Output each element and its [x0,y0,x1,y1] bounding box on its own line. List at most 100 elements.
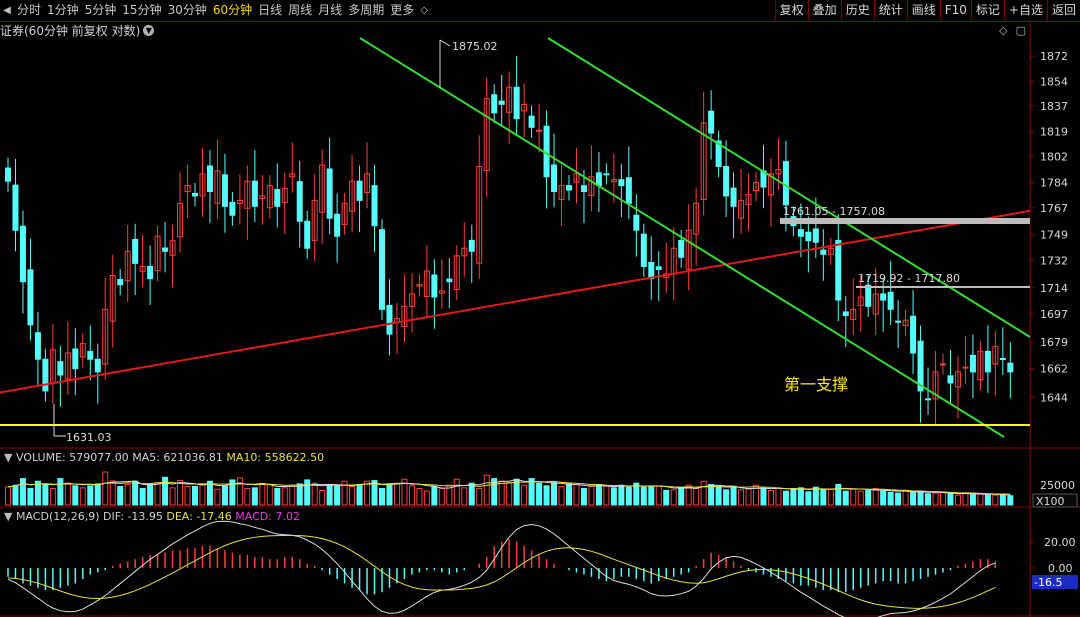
volume-bar [625,486,632,506]
volume-bar [640,486,647,506]
candle-down [910,315,917,354]
volume-bar [117,486,124,506]
volume-bar [566,483,572,506]
candle-down [5,167,11,182]
resistance-zone-1 [780,218,1030,224]
price-tick-label: 1767 [1040,202,1068,215]
volume-bar [431,486,438,506]
candle-down [27,269,34,326]
candle-down [251,180,258,207]
volume-bar [289,486,296,506]
volume-ma5-label: MA5: 621036.81 [132,451,223,464]
candle-down [812,228,819,243]
candle-down [304,220,311,249]
price-tick-label: 1802 [1040,150,1068,163]
candle-down [947,375,954,384]
candle-down [19,225,26,283]
volume-bar [715,486,722,506]
volume-tick-label: 25000 [1040,479,1075,492]
volume-bar [87,485,94,506]
candle-down [782,161,789,206]
volume-bar [206,480,213,506]
chevron-down-icon[interactable]: ▼ [4,510,12,523]
price-chart: 1872 1854 1837 1819 1802 1784 1767 1749 1732 1714… [0,22,1080,617]
low-price-label: 1631.03 [66,431,112,444]
volume-bar [498,480,505,506]
macd-dea-label: DEA: -17.46 [166,510,232,523]
price-tick-label: 1679 [1040,336,1068,349]
volume-bar [162,476,169,506]
candle-down [326,168,333,219]
volume-bar [109,480,116,506]
price-tick-label: 1784 [1040,177,1068,190]
candle-down [820,249,827,255]
candle-down [580,185,587,193]
price-tick-label: 1697 [1040,308,1068,321]
volume-bar [767,489,774,506]
volume-bar [723,489,730,506]
volume-bar [139,488,146,506]
candle-down [865,284,872,307]
volume-bar [49,488,56,506]
volume-bar [962,492,969,506]
volume-bar [94,483,101,506]
volume-bar [5,486,11,506]
candle-down [498,100,505,105]
volume-bar [244,488,251,506]
volume-bar [670,489,677,506]
price-tick-label: 1714 [1040,282,1068,295]
volume-bar [895,492,902,506]
volume-bar [633,482,640,506]
candle-down [94,358,101,373]
volume-bar [618,484,625,506]
candle-down [723,166,730,197]
volume-bar [266,484,273,506]
volume-bar [79,487,86,506]
volume-bar [468,482,475,506]
volume-bar [177,480,184,506]
candle-down [618,179,625,187]
volume-bar [595,484,602,506]
volume-bar [760,488,767,506]
candle-down [42,358,49,392]
candle-down [895,320,902,323]
candle-down [229,201,236,216]
candle-down [513,86,520,120]
candle-down [491,94,498,114]
volume-bar [364,480,371,506]
candle-down [431,274,438,298]
candle-down [551,164,558,193]
volume-bar [1007,495,1014,506]
candle-down [566,185,572,191]
volume-bar [334,485,341,506]
candle-down [595,172,602,187]
volume-bar [304,479,311,506]
candle-down [678,239,685,258]
volume-bar [281,487,288,506]
candle-down [274,189,281,207]
volume-bar [326,484,333,506]
volume-bar [42,484,49,506]
candle-down [1007,362,1014,373]
volume-bar [408,485,415,506]
volume-bar [812,486,819,506]
volume-bar [513,478,520,506]
volume-bar [820,489,827,506]
volume-bar [775,487,782,506]
volume-bar [12,484,19,506]
volume-bar [738,489,745,506]
price-tick-label: 1854 [1040,76,1068,89]
candle-down [603,173,610,176]
candle-down [371,185,378,227]
volume-panel-header: ▼ VOLUME: 579077.00 MA5: 621036.81 MA10:… [4,451,324,464]
volume-bar [356,484,363,506]
candle-down [468,239,475,252]
candle-down [925,398,932,401]
chevron-down-icon[interactable]: ▼ [4,451,12,464]
volume-bar [528,478,535,506]
candle-down [984,350,991,373]
candle-down [12,184,19,231]
volume-bar [999,493,1006,506]
volume-bar [805,491,812,506]
volume-bar [932,492,939,506]
